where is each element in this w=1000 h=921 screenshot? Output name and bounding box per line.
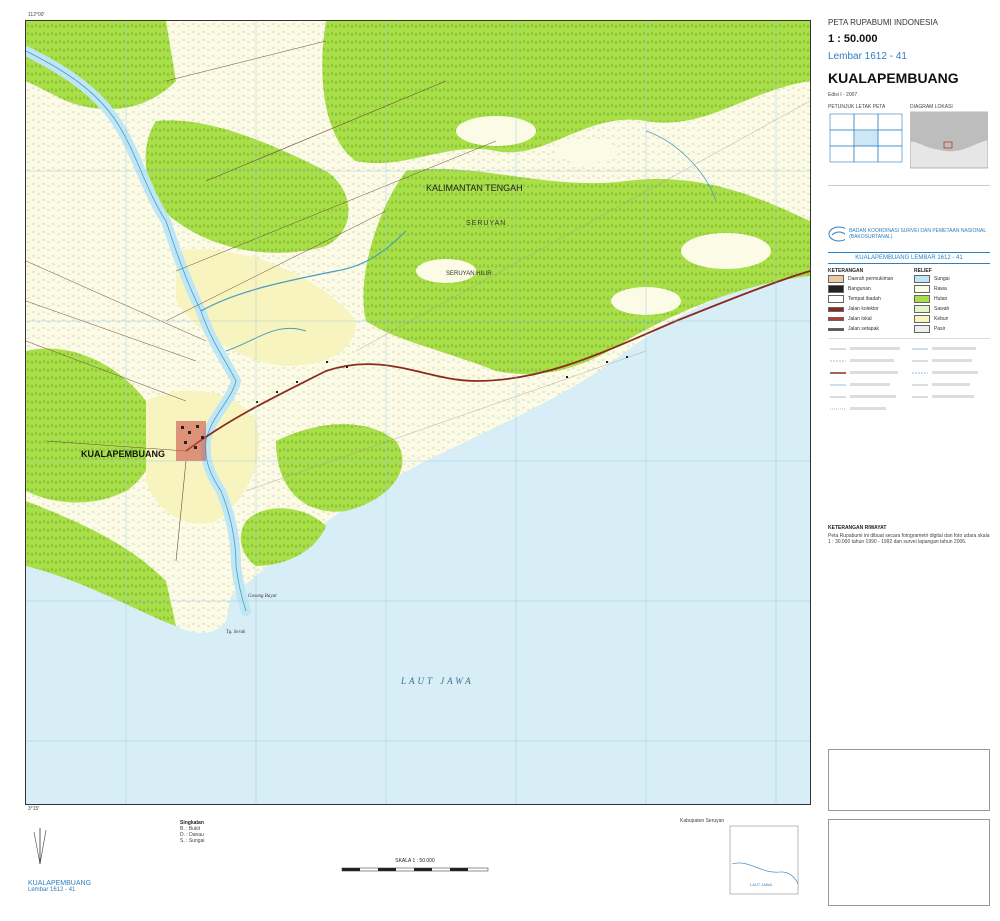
legend-label: Rawa: [934, 286, 947, 292]
notes-text: Peta Rupabumi ini dibuat secara fotogram…: [828, 533, 990, 545]
projection-info: [828, 185, 990, 222]
coordinate-table: [828, 819, 990, 906]
legend-left: KETERANGAN Daerah permukiman Bangunan Te…: [828, 268, 908, 334]
edition-label: Edisi I - 2007: [828, 92, 858, 98]
index-grid: [829, 113, 903, 163]
cape-label: Tg. Seruk: [226, 630, 246, 635]
index-map: PETUNJUK LETAK PETA: [828, 104, 906, 175]
legend-swatch: [828, 285, 844, 293]
inset-map: LAUT JAWA: [729, 825, 799, 895]
sea-label: LAUT JAWA: [400, 676, 474, 686]
legend-item: Kebun: [914, 314, 990, 324]
legend-swatch: [914, 305, 930, 313]
topographic-map[interactable]: KALIMANTAN TENGAH SERUYAN SERUYAN HILIR …: [26, 21, 810, 804]
point-label: Gosong Bayur: [248, 594, 277, 599]
inset-sea-label: LAUT JAWA: [750, 882, 772, 887]
legend-item: Sungai: [914, 274, 990, 284]
location-diagram: DIAGRAM LOKASI: [909, 104, 989, 175]
scale-block: SKALA 1 : 50.000: [340, 858, 490, 883]
legend-swatch: [914, 315, 930, 323]
legend-item: Daerah permukiman: [828, 274, 908, 284]
sheet-number: Lembar 1612 - 41: [828, 51, 907, 62]
subdistrict-label: SERUYAN HILIR: [446, 271, 492, 277]
frame-tick-top-left: 112°00': [28, 12, 45, 18]
series-title: PETA RUPABUMI INDONESIA: [828, 18, 938, 27]
legend-item: Jalan kolektor: [828, 304, 908, 314]
legend-swatch: [828, 275, 844, 283]
scale-bar: [341, 867, 489, 872]
bottom-left-info: KUALAPEMBUANG Lembar 1612 - 41: [28, 880, 91, 893]
abbreviations: Singkatan B. : Bukit D. : Danau S. : Sun…: [180, 820, 204, 844]
legend-item: Pasir: [914, 324, 990, 334]
legend-swatch: [914, 285, 930, 293]
legend-label: Bangunan: [848, 286, 871, 292]
legend-item: Jalan setapak: [828, 324, 908, 334]
legend-label: Daerah permukiman: [848, 276, 894, 282]
sheet-info-table: [828, 749, 990, 811]
bakosurtanal-logo-icon: [828, 226, 846, 242]
legend-item: Sawah: [914, 304, 990, 314]
region-label: KALIMANTAN TENGAH: [426, 183, 523, 193]
legend-label: Jalan lokal: [848, 316, 872, 322]
page-title: KUALAPEMBUANG: [828, 70, 959, 86]
publisher-text: BADAN KOORDINASI SURVEI DAN PEMETAAN NAS…: [849, 228, 986, 240]
abbrev-item: S. : Sungai: [180, 838, 205, 844]
north-arrow-diagram: [28, 826, 52, 871]
frame-tick-bottom-left: 3°15': [28, 806, 40, 812]
legend-swatch: [914, 325, 930, 333]
bottom-sheet-title: KUALAPEMBUANG: [28, 880, 92, 887]
scale-title: 1 : 50.000: [828, 33, 878, 45]
legend-swatch: [828, 327, 844, 331]
legend-label: Jalan kolektor: [848, 306, 879, 312]
regional-inset: Kabupaten Seruyan LAUT JAWA: [680, 818, 800, 900]
legend-right: RELIEF Sungai Rawa Hutan Sawah Kebun Pas…: [914, 268, 990, 334]
legend-label: Hutan: [934, 296, 948, 302]
legend-section-heading: KUALAPEMBUANG LEMBAR 1612 - 41: [828, 252, 990, 264]
legend-label: Kebun: [934, 316, 949, 322]
legend-item: Tempat ibadah: [828, 294, 908, 304]
legend-item: Rawa: [914, 284, 990, 294]
district-label: SERUYAN: [466, 220, 506, 227]
north-arrow-icon: [33, 828, 47, 865]
legend-item: Hutan: [914, 294, 990, 304]
legend-swatch: [914, 275, 930, 283]
bottom-sheet-number: Lembar 1612 - 41: [28, 887, 76, 893]
legend-item: Jalan lokal: [828, 314, 908, 324]
legend-swatch: [828, 295, 844, 303]
legend-symbols: [828, 338, 990, 519]
legend-swatch: [914, 295, 930, 303]
town-label: KUALAPEMBUANG: [81, 449, 165, 459]
location-map: [909, 111, 989, 169]
legend-label: Sungai: [934, 276, 950, 282]
legend-label: Sawah: [934, 306, 950, 312]
map-frame: KALIMANTAN TENGAH SERUYAN SERUYAN HILIR …: [25, 20, 811, 805]
legend-label: Jalan setapak: [848, 326, 879, 332]
legend-label: Pasir: [934, 326, 946, 332]
notes-heading: KETERANGAN RIWAYAT: [828, 525, 887, 531]
legend-item: Bangunan: [828, 284, 908, 294]
legend-swatch: [828, 306, 844, 312]
legend-label: Tempat ibadah: [848, 296, 881, 302]
legend-symbol-list: [830, 347, 978, 410]
legend-swatch: [828, 317, 844, 321]
right-panel: PETA RUPABUMI INDONESIA 1 : 50.000 Lemba…: [828, 14, 990, 909]
